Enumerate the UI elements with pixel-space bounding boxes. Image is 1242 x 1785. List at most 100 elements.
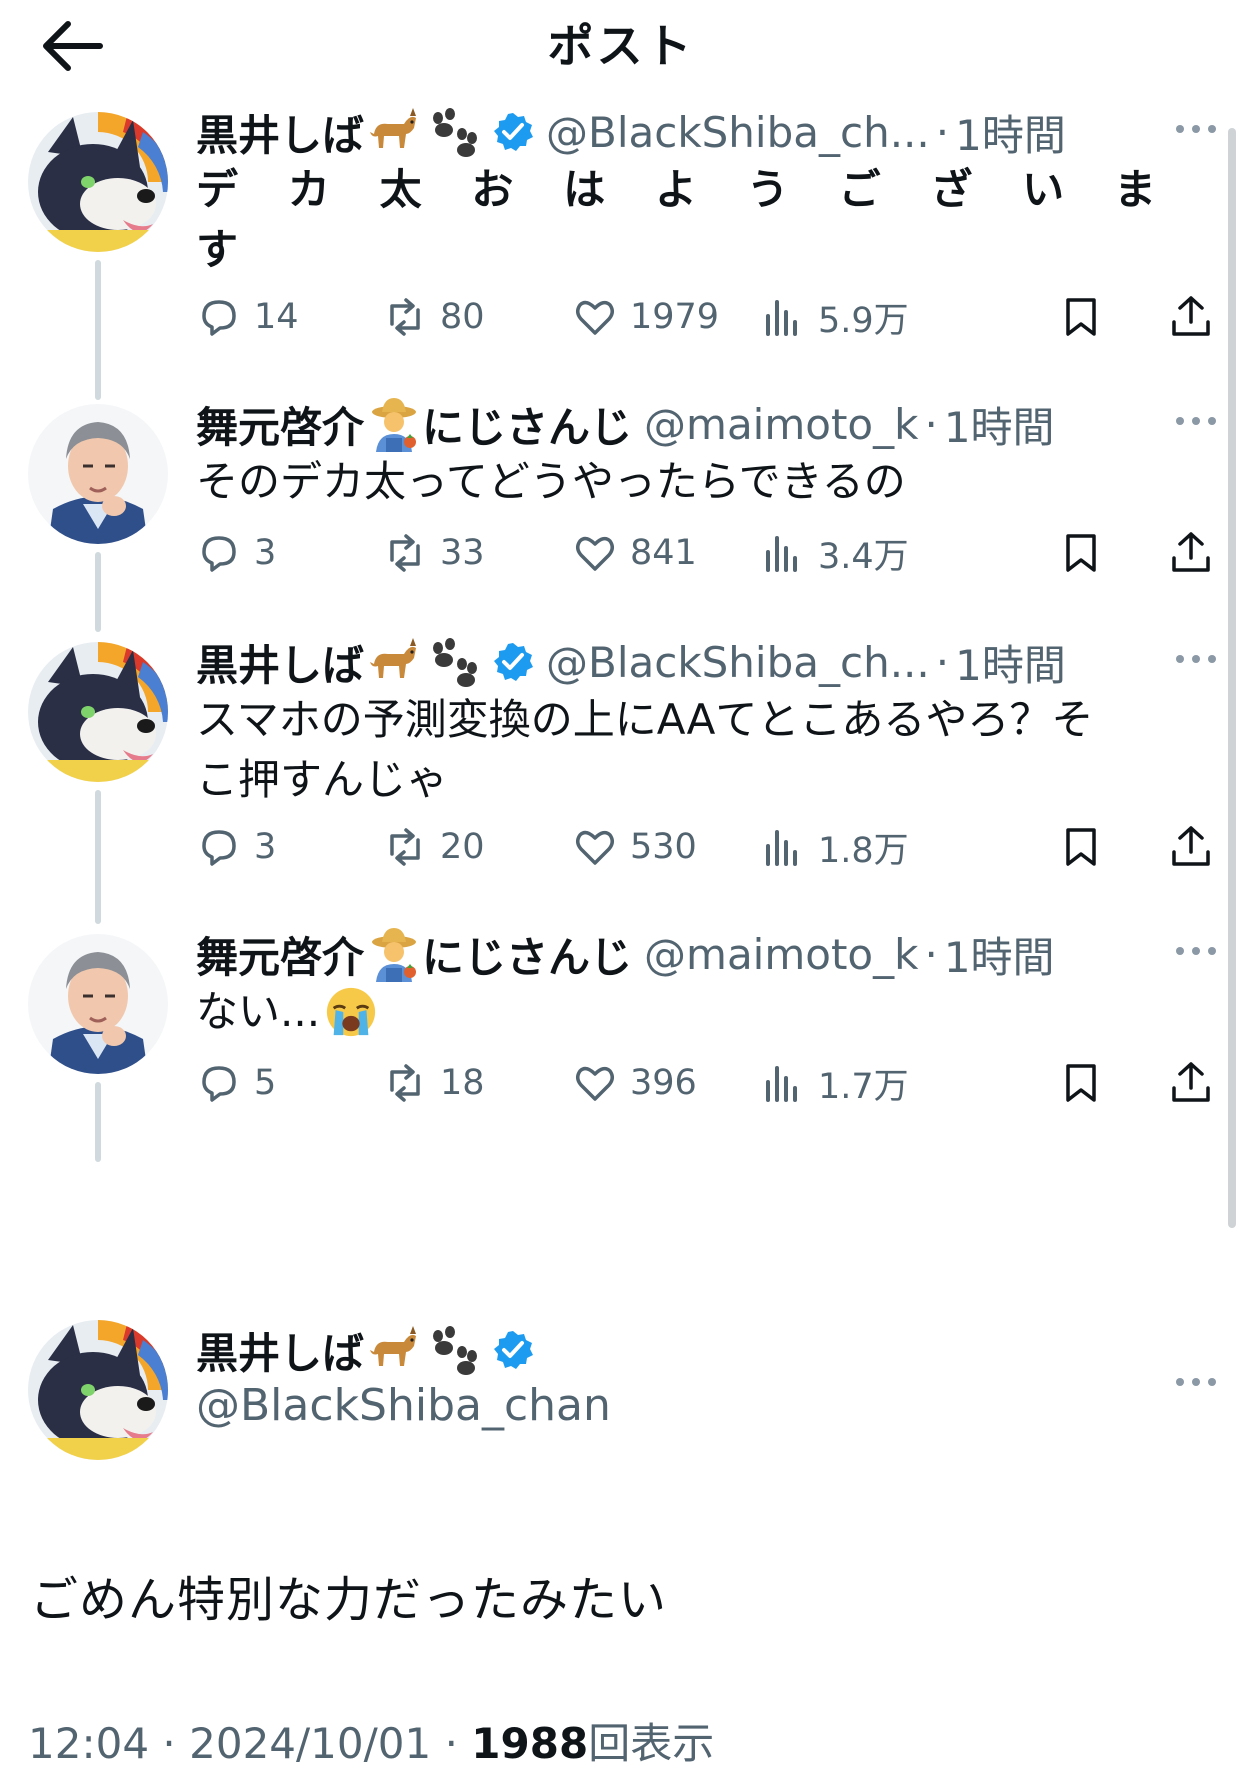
- farmer-emoji-icon: [366, 926, 422, 982]
- retweet-icon: [382, 294, 428, 340]
- dog-emoji-icon: [366, 634, 422, 690]
- more-options-icon[interactable]: [1174, 944, 1218, 958]
- thread-line: [95, 1082, 101, 1162]
- share-button[interactable]: [1168, 822, 1214, 872]
- views-total: 1988: [471, 1719, 589, 1768]
- handle[interactable]: @BlackShiba_chan: [196, 1380, 611, 1431]
- views-icon: [760, 294, 806, 340]
- post-header: 舞元啓介 にじさんじ @maimoto_k · 1時間: [196, 392, 1162, 456]
- reply-button[interactable]: 3: [196, 822, 276, 872]
- post-text-char: ご: [838, 165, 881, 214]
- handle[interactable]: @BlackShiba_ch...: [546, 108, 930, 157]
- handle[interactable]: @BlackShiba_ch...: [546, 638, 930, 687]
- thread-line: [95, 260, 101, 400]
- post-text-char: 太: [379, 165, 422, 214]
- share-button[interactable]: [1168, 1058, 1214, 1108]
- reply-count: 14: [254, 297, 299, 337]
- top-bar: ポスト: [0, 0, 1242, 96]
- views-button[interactable]: 3.4万: [760, 528, 909, 578]
- views-count: 1.7万: [818, 1066, 909, 1107]
- views-icon: [760, 530, 806, 576]
- post-meta: 12:04 · 2024/10/01 · 1988回表示: [28, 1710, 714, 1771]
- post-text-char: お: [471, 165, 514, 214]
- separator: ·: [924, 399, 938, 449]
- retweet-button[interactable]: 33: [382, 528, 485, 578]
- avatar[interactable]: [28, 934, 168, 1074]
- more-options-icon[interactable]: [1174, 1375, 1218, 1389]
- timestamp[interactable]: 1時間: [944, 924, 1055, 985]
- share-icon: [1168, 824, 1214, 870]
- views-button[interactable]: 5.9万: [760, 292, 909, 342]
- separator: ·: [444, 1719, 458, 1768]
- retweet-button[interactable]: 80: [382, 292, 485, 342]
- post-text-char: よ: [654, 165, 697, 214]
- bookmark-button[interactable]: [1058, 528, 1104, 578]
- handle[interactable]: @maimoto_k: [644, 400, 918, 449]
- views-count: 1.8万: [818, 830, 909, 871]
- verified-badge-icon: [492, 111, 534, 153]
- post-text-char: い: [1022, 165, 1065, 214]
- post-text-char: ざ: [930, 165, 973, 214]
- retweet-button[interactable]: 20: [382, 822, 485, 872]
- verified-badge-icon: [492, 641, 534, 683]
- display-name-suffix[interactable]: にじさんじ: [422, 394, 632, 455]
- like-button[interactable]: 396: [572, 1058, 697, 1108]
- heart-icon: [572, 294, 618, 340]
- display-name-suffix[interactable]: にじさんじ: [422, 924, 632, 985]
- bookmark-button[interactable]: [1058, 822, 1104, 872]
- share-button[interactable]: [1168, 292, 1214, 342]
- more-options-icon[interactable]: [1174, 122, 1218, 136]
- display-name[interactable]: 黒井しば: [196, 632, 364, 693]
- more-options-icon[interactable]: [1174, 414, 1218, 428]
- views-count: 5.9万: [818, 300, 909, 341]
- retweet-count: 18: [440, 1063, 485, 1103]
- like-button[interactable]: 841: [572, 528, 697, 578]
- reply-button[interactable]: 14: [196, 292, 299, 342]
- bookmark-button[interactable]: [1058, 1058, 1104, 1108]
- timestamp[interactable]: 1時間: [955, 632, 1066, 693]
- views-icon: [760, 824, 806, 870]
- farmer-emoji-icon: [366, 396, 422, 452]
- reply-button[interactable]: 5: [196, 1058, 276, 1108]
- avatar[interactable]: [28, 642, 168, 782]
- avatar[interactable]: [28, 112, 168, 252]
- separator: ·: [935, 637, 950, 687]
- retweet-icon: [382, 824, 428, 870]
- action-bar: 5 18 396 1.7万: [196, 1058, 1216, 1108]
- action-bar: 14 80 1979 5.9万: [196, 292, 1216, 342]
- share-icon: [1168, 1060, 1214, 1106]
- display-name[interactable]: 黒井しば: [196, 1320, 364, 1381]
- avatar[interactable]: [28, 404, 168, 544]
- retweet-button[interactable]: 18: [382, 1058, 485, 1108]
- post-time: 12:04: [28, 1719, 150, 1768]
- timestamp[interactable]: 1時間: [944, 394, 1055, 455]
- views-button[interactable]: 1.8万: [760, 822, 909, 872]
- like-button[interactable]: 1979: [572, 292, 719, 342]
- avatar[interactable]: [28, 1320, 168, 1460]
- timestamp[interactable]: 1時間: [955, 102, 1066, 163]
- post-text-line-1: スマホの予測変換の上にAAてとこあるやろ？そ: [196, 695, 1094, 744]
- reply-icon: [196, 824, 242, 870]
- display-name[interactable]: 舞元啓介: [196, 924, 364, 985]
- display-name[interactable]: 舞元啓介: [196, 394, 364, 455]
- heart-icon: [572, 1060, 618, 1106]
- more-options-icon[interactable]: [1174, 652, 1218, 666]
- like-button[interactable]: 530: [572, 822, 697, 872]
- thread-line: [95, 552, 101, 632]
- views-button[interactable]: 1.7万: [760, 1058, 909, 1108]
- bookmark-icon: [1058, 294, 1104, 340]
- post-header: 舞元啓介 にじさんじ @maimoto_k · 1時間: [196, 922, 1162, 986]
- post-header: 黒井しば @BlackShiba_ch... · 1時間: [196, 630, 1162, 694]
- share-button[interactable]: [1168, 528, 1214, 578]
- reply-count: 5: [254, 1063, 277, 1103]
- handle[interactable]: @maimoto_k: [644, 930, 918, 979]
- post-text-char: は: [563, 165, 606, 214]
- display-name[interactable]: 黒井しば: [196, 102, 364, 163]
- heart-icon: [572, 824, 618, 870]
- post-text-char: う: [746, 165, 789, 214]
- reply-button[interactable]: 3: [196, 528, 276, 578]
- bookmark-button[interactable]: [1058, 292, 1104, 342]
- post-text: ない...: [196, 982, 1202, 1042]
- scrollbar[interactable]: [1228, 128, 1236, 1228]
- post-text-char: カ: [287, 165, 330, 214]
